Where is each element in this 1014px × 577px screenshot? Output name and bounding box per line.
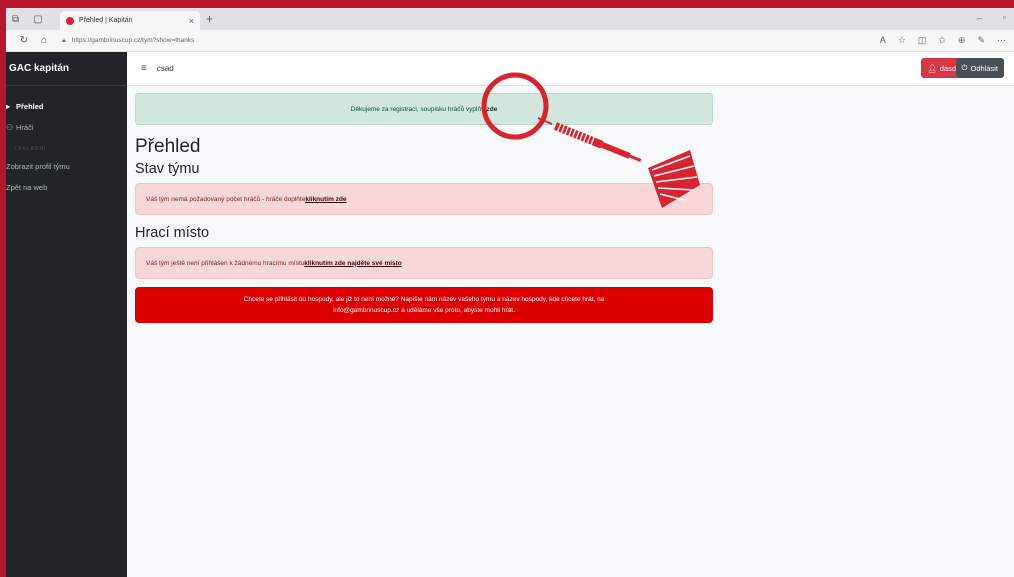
fill-roster-link[interactable]: zde bbox=[487, 106, 498, 113]
sidebar-item-prehled[interactable]: ▸ Přehled bbox=[6, 96, 127, 117]
find-place-link[interactable]: kliknutím zde najděte své místo bbox=[304, 260, 402, 267]
play-place-text: Váš tým ještě není přihlášen k žádnému h… bbox=[146, 259, 305, 267]
restore-button[interactable]: ▫ bbox=[1003, 12, 1006, 22]
main-content: ≡ csad 👤︎ dasd ⏻ Odhlásit Děkujeme za re… bbox=[127, 52, 1014, 577]
sidebar: GAC kapitán ▸ Přehled ⚇ Hráči ZÁKLADNÍ Z… bbox=[6, 52, 127, 577]
lock-icon: 🔒︎ bbox=[62, 36, 66, 44]
browser-tab[interactable]: Přehled | Kapitán × bbox=[60, 11, 200, 30]
sidebar-link-team-profile[interactable]: Zobrazit profil týmu bbox=[6, 156, 127, 177]
power-icon: ⏻ bbox=[961, 63, 968, 72]
workspaces-icon[interactable]: ⧉ bbox=[12, 14, 19, 25]
registration-success-alert: Děkujeme za registraci, soupisku hráčů v… bbox=[135, 93, 713, 125]
browser-toolbar: ↻ ⌂ 🔒︎ https://gambrinuscup.cz/tym?show=… bbox=[6, 30, 1014, 52]
tab-title: Přehled | Kapitán bbox=[79, 17, 133, 24]
players-icon: ⚇ bbox=[6, 123, 14, 132]
more-menu-icon[interactable]: ⋯ bbox=[997, 35, 1006, 46]
top-navbar: ≡ csad 👤︎ dasd ⏻ Odhlásit bbox=[127, 52, 1014, 86]
address-bar[interactable]: 🔒︎ https://gambrinuscup.cz/tym?show=than… bbox=[62, 37, 880, 45]
page-title: Přehled bbox=[135, 136, 201, 157]
minimize-button[interactable]: – bbox=[977, 13, 982, 23]
team-name: csad bbox=[156, 64, 174, 73]
pub-alert-line1: Chcete se přihlásit do hospody, ale již … bbox=[243, 296, 605, 303]
user-button-label: dasd bbox=[939, 63, 956, 73]
sidebar-heading: ZÁKLADNÍ bbox=[14, 146, 47, 152]
sidebar-item-label: Přehled bbox=[16, 102, 44, 111]
home-icon[interactable]: ⌂ bbox=[34, 35, 54, 46]
sidebar-item-label: Zobrazit profil týmu bbox=[6, 162, 70, 171]
logout-button-label: Odhlásit bbox=[970, 63, 998, 73]
brand-title[interactable]: GAC kapitán bbox=[6, 52, 127, 86]
play-place-heading: Hrací místo bbox=[135, 225, 210, 241]
new-tab-button[interactable]: + bbox=[206, 12, 213, 26]
page-content: Děkujeme za registraci, soupisku hráčů v… bbox=[127, 86, 713, 323]
browser-tabbar: ⧉ ▢ Přehled | Kapitán × + – ▫ bbox=[6, 8, 1014, 30]
sidebar-item-label: Hráči bbox=[16, 123, 34, 132]
pub-registration-alert: Chcete se přihlásit do hospody, ale již … bbox=[135, 287, 713, 323]
play-place-alert: Váš tým ještě není přihlášen k žádnému h… bbox=[135, 247, 713, 279]
url-text: https://gambrinuscup.cz/tym?show=thanks bbox=[71, 37, 195, 44]
success-text: Děkujeme za registraci, soupisku hráčů v… bbox=[350, 105, 487, 113]
read-aloud-icon[interactable]: A bbox=[880, 35, 886, 46]
menu-toggle-icon[interactable]: ≡ bbox=[141, 63, 147, 74]
pub-alert-line2: info@gambrinuscup.cz a uděláme vše proto… bbox=[333, 307, 515, 314]
collections-icon[interactable]: ⊕ bbox=[958, 35, 966, 46]
app-area: GAC kapitán ▸ Přehled ⚇ Hráči ZÁKLADNÍ Z… bbox=[6, 52, 1014, 577]
logout-button[interactable]: ⏻ Odhlásit bbox=[955, 58, 1004, 78]
split-screen-icon[interactable]: ◫ bbox=[918, 35, 927, 46]
dashboard-icon: ▸ bbox=[6, 102, 11, 111]
team-status-heading: Stav týmu bbox=[135, 161, 200, 177]
favorites-icon[interactable]: ✩ bbox=[938, 35, 946, 46]
tab-actions-icon[interactable]: ▢ bbox=[33, 14, 42, 25]
close-tab-icon[interactable]: × bbox=[189, 16, 194, 26]
favorite-star-icon[interactable]: ☆ bbox=[898, 35, 906, 46]
extensions-icon[interactable]: ✎ bbox=[977, 35, 985, 46]
browser-window: ⧉ ▢ Přehled | Kapitán × + – ▫ ↻ ⌂ 🔒︎ htt… bbox=[6, 8, 1014, 577]
team-status-alert: Váš tým nemá požadovaný počet hráčů - hr… bbox=[135, 183, 713, 215]
sidebar-item-hraci[interactable]: ⚇ Hráči bbox=[6, 117, 127, 138]
add-players-link[interactable]: kliknutím zde bbox=[305, 196, 346, 203]
team-status-text: Váš tým nemá požadovaný počet hráčů - hr… bbox=[146, 195, 306, 203]
refresh-icon[interactable]: ↻ bbox=[14, 35, 34, 46]
sidebar-item-label: Zpět na web bbox=[6, 183, 48, 192]
sidebar-link-back-to-web[interactable]: Zpět na web bbox=[6, 177, 127, 198]
user-icon: 👤︎ bbox=[927, 63, 937, 73]
favicon-icon bbox=[66, 16, 74, 25]
